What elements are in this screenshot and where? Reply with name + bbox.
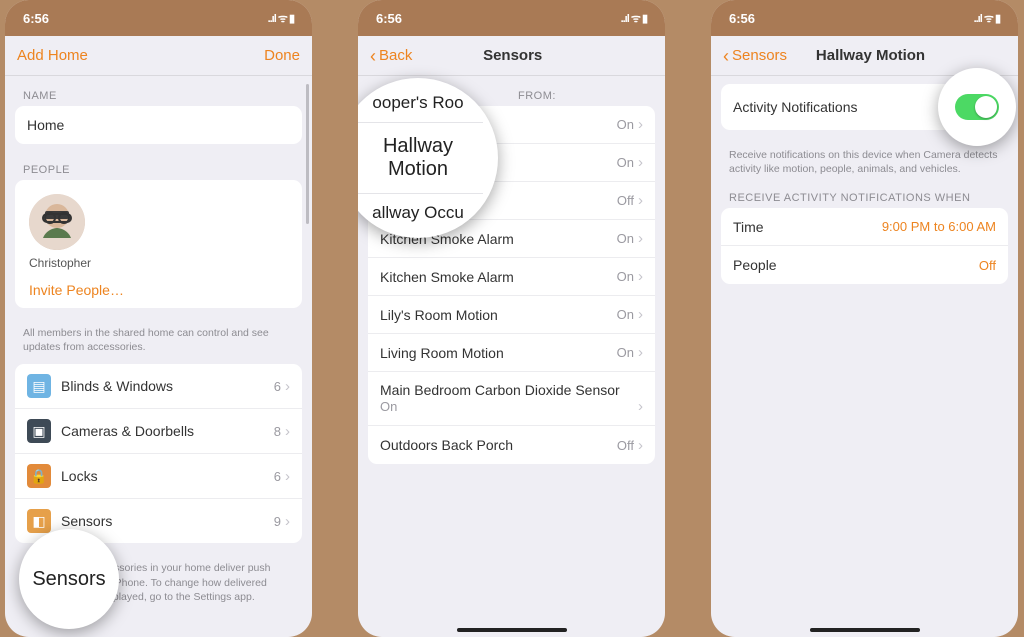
callout-toggle: [938, 68, 1016, 146]
people-section-label: PEOPLE: [5, 158, 312, 180]
status-icons: ..ıl ᯤ ▮: [268, 11, 294, 26]
chevron-left-icon: ‹: [370, 47, 376, 65]
sensor-row[interactable]: Outdoors Back PorchOff›: [368, 426, 655, 464]
chevron-right-icon: ›: [638, 230, 643, 247]
home-name-field[interactable]: Home: [15, 106, 302, 144]
status-bar: 6:56 ..ıl ᯤ ▮: [358, 0, 665, 36]
phone-home-settings: 6:56 ..ıl ᯤ ▮ Add Home Done NAME Home PE…: [5, 0, 312, 637]
status-time: 6:56: [729, 11, 755, 26]
status-icons: ..ıl ᯤ ▮: [621, 11, 647, 26]
sensor-row[interactable]: Main Bedroom Carbon Dioxide SensorOn›: [368, 372, 655, 426]
invite-people-button[interactable]: Invite People…: [15, 272, 302, 308]
when-section-label: RECEIVE ACTIVITY NOTIFICATIONS WHEN: [711, 186, 1018, 208]
chevron-right-icon: ›: [638, 437, 643, 454]
add-home-button[interactable]: Add Home: [17, 47, 88, 64]
phone-sensor-detail: 6:56 ..ıl ᯤ ▮ ‹Sensors Hallway Motion Ac…: [711, 0, 1018, 637]
chevron-left-icon: ‹: [723, 47, 729, 65]
category-cameras[interactable]: ▣Cameras & Doorbells 8›: [15, 409, 302, 454]
status-time: 6:56: [376, 11, 402, 26]
avatar: [29, 194, 85, 250]
camera-icon: ▣: [27, 419, 51, 443]
chevron-right-icon: ›: [638, 116, 643, 133]
chevron-right-icon: ›: [638, 344, 643, 361]
chevron-right-icon: ›: [638, 306, 643, 323]
chevron-right-icon: ›: [285, 378, 290, 395]
time-row[interactable]: Time 9:00 PM to 6:00 AM: [721, 208, 1008, 246]
chevron-right-icon: ›: [285, 468, 290, 485]
people-footer: All members in the shared home can contr…: [5, 322, 312, 364]
page-title: Hallway Motion: [816, 47, 925, 64]
sensor-icon: ◧: [27, 509, 51, 533]
home-indicator[interactable]: [810, 628, 920, 632]
home-indicator[interactable]: [457, 628, 567, 632]
people-row[interactable]: People Off: [721, 246, 1008, 284]
activity-footer: Receive notifications on this device whe…: [711, 144, 1018, 186]
blinds-icon: ▤: [27, 374, 51, 398]
toggle-icon: [955, 94, 999, 120]
chevron-right-icon: ›: [638, 154, 643, 171]
done-button[interactable]: Done: [264, 47, 300, 64]
category-locks[interactable]: 🔒Locks 6›: [15, 454, 302, 499]
status-bar: 6:56 ..ıl ᯤ ▮: [711, 0, 1018, 36]
sensor-row[interactable]: Lily's Room MotionOn›: [368, 296, 655, 334]
person-name: Christopher: [29, 256, 288, 270]
scrollbar[interactable]: [306, 84, 309, 224]
person-tile[interactable]: Christopher: [15, 180, 302, 272]
category-blinds[interactable]: ▤Blinds & Windows 6›: [15, 364, 302, 409]
name-section-label: NAME: [5, 84, 312, 106]
sensor-row[interactable]: Living Room MotionOn›: [368, 334, 655, 372]
phone-sensors-list: 6:56 ..ıl ᯤ ▮ ‹Back Sensors FROM: Cooper…: [358, 0, 665, 637]
nav-bar: ‹Back Sensors: [358, 36, 665, 76]
status-bar: 6:56 ..ıl ᯤ ▮: [5, 0, 312, 36]
nav-bar: Add Home Done: [5, 36, 312, 76]
lock-icon: 🔒: [27, 464, 51, 488]
sensor-row[interactable]: Kitchen Smoke AlarmOn›: [368, 258, 655, 296]
detail-scroll[interactable]: Activity Notifications Receive notificat…: [711, 76, 1018, 637]
back-button[interactable]: ‹Back: [370, 47, 412, 65]
callout-sensors: Sensors: [19, 529, 119, 629]
status-time: 6:56: [23, 11, 49, 26]
chevron-right-icon: ›: [285, 513, 290, 530]
chevron-right-icon: ›: [638, 192, 643, 209]
status-icons: ..ıl ᯤ ▮: [974, 11, 1000, 26]
chevron-right-icon: ›: [638, 268, 643, 285]
chevron-right-icon: ›: [285, 423, 290, 440]
page-title: Sensors: [483, 47, 542, 64]
back-button[interactable]: ‹Sensors: [723, 47, 787, 65]
chevron-right-icon: ›: [638, 398, 643, 415]
